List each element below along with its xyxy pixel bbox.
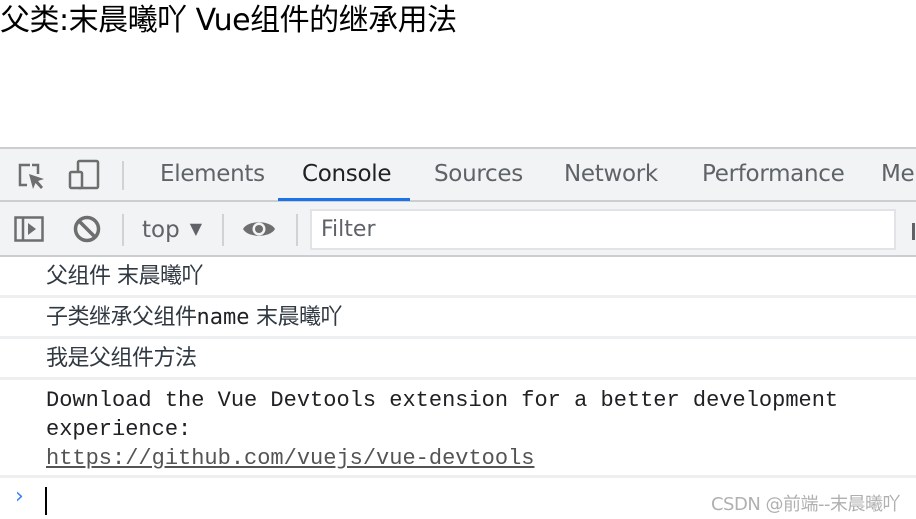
tab-performance[interactable]: Performance	[702, 149, 845, 200]
console-prompt[interactable]: › CSDN @前端--末晨曦吖	[0, 478, 916, 519]
prompt-chevron-icon: ›	[15, 484, 24, 509]
console-message: 子类继承父组件name 末晨曦吖	[0, 298, 916, 339]
tab-network[interactable]: Network	[564, 149, 658, 200]
live-expression-icon[interactable]	[242, 217, 276, 241]
message-text: 子类继承父组件	[46, 305, 197, 330]
filter-input[interactable]	[310, 209, 896, 250]
devtools-link[interactable]: https://github.com/vuejs/vue-devtools	[46, 446, 534, 471]
toolbar-divider	[122, 161, 124, 190]
page-heading: 父类:末晨曦吖 Vue组件的继承用法	[0, 3, 457, 38]
dropdown-arrow-icon: ▼	[189, 219, 203, 238]
message-text: 末晨曦吖	[249, 305, 343, 330]
tab-memory[interactable]: Me	[881, 149, 915, 200]
context-selector[interactable]: top ▼	[142, 210, 202, 248]
tab-console[interactable]: Console	[302, 149, 392, 200]
message-line: experience:	[46, 417, 192, 442]
message-text-mono: name	[196, 305, 250, 330]
context-value: top	[142, 217, 180, 243]
tab-elements[interactable]: Elements	[160, 149, 265, 200]
message-line: Download the Vue Devtools extension for …	[46, 388, 839, 413]
console-message: Download the Vue Devtools extension for …	[0, 380, 916, 478]
devtools-panel: Elements Console Sources Network Perform…	[0, 147, 916, 519]
tab-sources[interactable]: Sources	[434, 149, 523, 200]
toolbar-divider	[912, 223, 915, 240]
active-tab-indicator	[278, 198, 410, 201]
device-toolbar-icon[interactable]	[68, 158, 100, 190]
clear-console-icon[interactable]	[72, 214, 102, 244]
watermark: CSDN @前端--末晨曦吖	[710, 494, 901, 515]
console-output: 父组件 末晨曦吖 子类继承父组件name 末晨曦吖 我是父组件方法 Downlo…	[0, 257, 916, 519]
toolbar-divider	[122, 214, 124, 246]
devtools-tabbar: Elements Console Sources Network Perform…	[0, 147, 916, 202]
text-caret	[45, 487, 47, 515]
toolbar-divider	[296, 214, 298, 246]
show-console-sidebar-icon[interactable]	[14, 216, 44, 242]
inspect-element-icon[interactable]	[16, 161, 46, 191]
console-message: 我是父组件方法	[0, 339, 916, 380]
console-message: 父组件 末晨曦吖	[0, 257, 916, 298]
toolbar-divider	[222, 214, 224, 246]
console-toolbar: top ▼	[0, 202, 916, 257]
